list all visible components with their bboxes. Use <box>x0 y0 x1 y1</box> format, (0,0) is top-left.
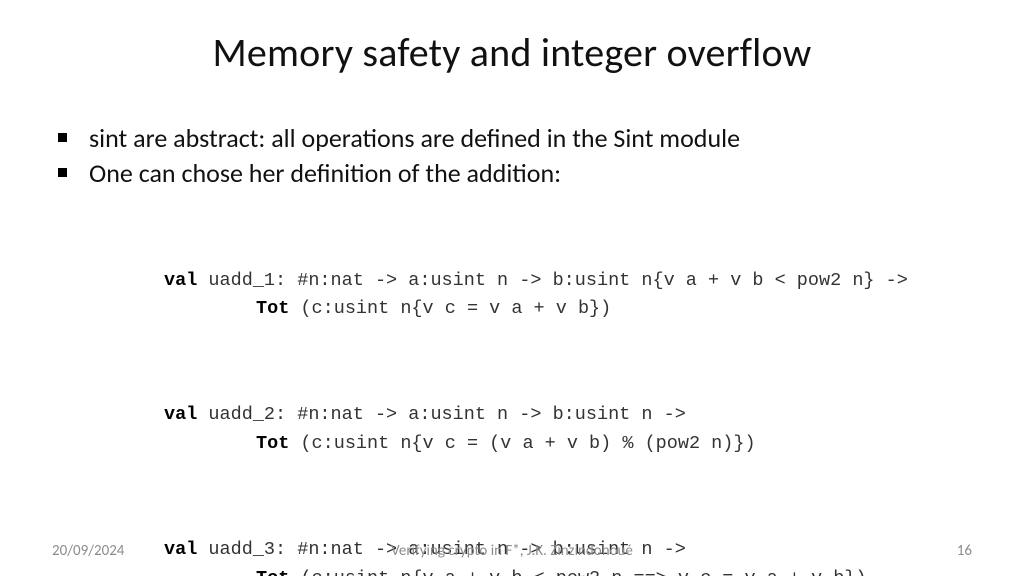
code-return-line: Tot (c:usint n{v a + v b < pow2 n ==> v … <box>164 565 976 576</box>
keyword-tot: Tot <box>256 568 289 576</box>
code-return: (c:usint n{v a + v b < pow2 n ==> v c = … <box>289 568 866 576</box>
bullet-item: sint are abstract: all operations are de… <box>58 121 976 156</box>
code-return: (c:usint n{v c = (v a + v b) % (pow2 n)}… <box>289 433 755 454</box>
code-return-line: Tot (c:usint n{v c = (v a + v b) % (pow2… <box>164 430 976 459</box>
footer-date: 20/09/2024 <box>52 542 124 560</box>
slide-title: Memory safety and integer overflow <box>48 28 976 77</box>
code-block: val uadd_1: #n:nat -> a:usint n -> b:usi… <box>164 209 976 576</box>
code-definition-1: val uadd_1: #n:nat -> a:usint n -> b:usi… <box>164 267 976 324</box>
slide-footer: 20/09/2024 Verifying crypto in F*, J.K. … <box>0 542 1024 560</box>
keyword-tot: Tot <box>256 298 289 319</box>
keyword-val: val <box>164 404 197 425</box>
code-signature: uadd_1: #n:nat -> a:usint n -> b:usint n… <box>197 270 908 291</box>
code-signature: uadd_2: #n:nat -> a:usint n -> b:usint n… <box>197 404 685 425</box>
footer-page-number: 16 <box>957 542 972 560</box>
slide-body: Memory safety and integer overflow sint … <box>0 0 1024 576</box>
square-bullet-icon <box>58 168 67 177</box>
bullet-text: sint are abstract: all operations are de… <box>89 121 740 156</box>
code-definition-2: val uadd_2: #n:nat -> a:usint n -> b:usi… <box>164 401 976 458</box>
square-bullet-icon <box>58 133 67 142</box>
code-return: (c:usint n{v c = v a + v b}) <box>289 298 611 319</box>
bullet-list: sint are abstract: all operations are de… <box>58 121 976 191</box>
bullet-item: One can chose her definition of the addi… <box>58 156 976 191</box>
keyword-val: val <box>164 270 197 291</box>
bullet-text: One can chose her definition of the addi… <box>89 156 561 191</box>
code-return-line: Tot (c:usint n{v c = v a + v b}) <box>164 295 976 324</box>
footer-center: Verifying crypto in F*, J.K. Zinzindohou… <box>0 542 1024 560</box>
keyword-tot: Tot <box>256 433 289 454</box>
